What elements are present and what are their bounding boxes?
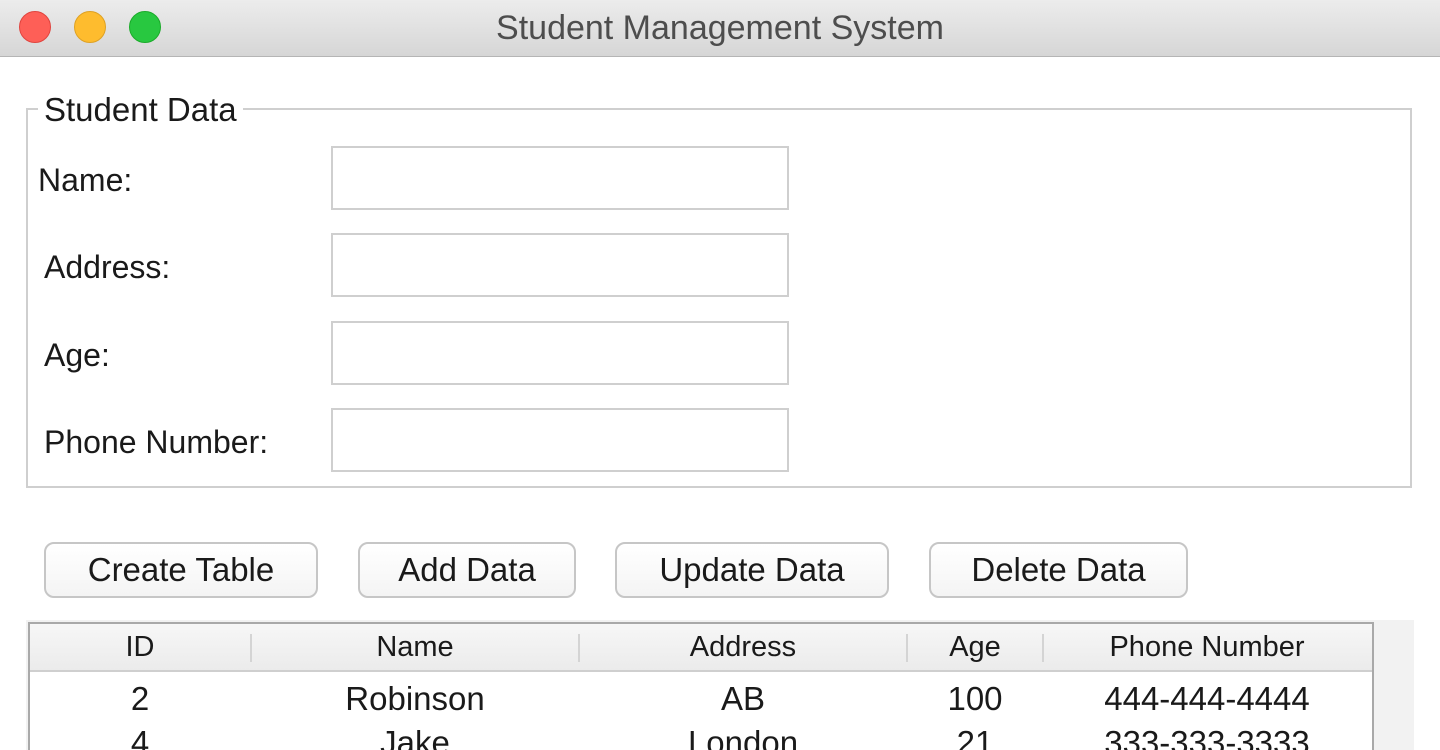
age-label: Age:	[44, 337, 110, 373]
update-data-button[interactable]: Update Data	[615, 542, 889, 598]
student-table[interactable]: ID Name Address Age Phone Number 2 Robin…	[28, 622, 1374, 750]
table-row[interactable]: 2 Robinson AB 100 444-444-4444	[30, 676, 1372, 722]
age-input[interactable]	[331, 321, 789, 385]
cell-id: 2	[130, 680, 150, 717]
name-label: Name:	[38, 162, 133, 198]
name-input[interactable]	[331, 146, 789, 210]
delete-data-button[interactable]: Delete Data	[929, 542, 1188, 598]
column-header-name[interactable]: Name	[252, 624, 578, 670]
phone-number-input[interactable]	[331, 408, 789, 472]
table-row[interactable]: 4 Jake London 21 333-333-3333	[30, 720, 1372, 750]
column-header-address[interactable]: Address	[580, 624, 906, 670]
student-data-group-title: Student Data	[38, 90, 243, 130]
app-window: Student Management System Student Data N…	[0, 0, 1440, 750]
column-header-age[interactable]: Age	[908, 624, 1042, 670]
add-data-button[interactable]: Add Data	[358, 542, 576, 598]
cell-address: AB	[720, 680, 766, 717]
address-input[interactable]	[331, 233, 789, 297]
cell-age: 100	[947, 680, 1003, 717]
address-label: Address:	[44, 249, 171, 285]
student-table-container: ID Name Address Age Phone Number 2 Robin…	[26, 620, 1414, 750]
cell-name: Robinson	[345, 680, 485, 717]
title-bar[interactable]: Student Management System	[0, 0, 1440, 57]
create-table-button[interactable]: Create Table	[44, 542, 318, 598]
column-header-phone-number[interactable]: Phone Number	[1044, 624, 1370, 670]
table-header: ID Name Address Age Phone Number	[30, 624, 1372, 672]
cell-address: London	[687, 724, 799, 750]
cell-age: 21	[956, 724, 994, 750]
cell-phone-number: 333-333-3333	[1104, 724, 1310, 750]
window-title: Student Management System	[496, 9, 944, 47]
cell-phone-number: 444-444-4444	[1104, 680, 1310, 717]
column-header-id[interactable]: ID	[30, 624, 250, 670]
cell-id: 4	[130, 724, 150, 750]
cell-name: Jake	[380, 724, 450, 750]
phone-number-label: Phone Number:	[44, 424, 269, 460]
